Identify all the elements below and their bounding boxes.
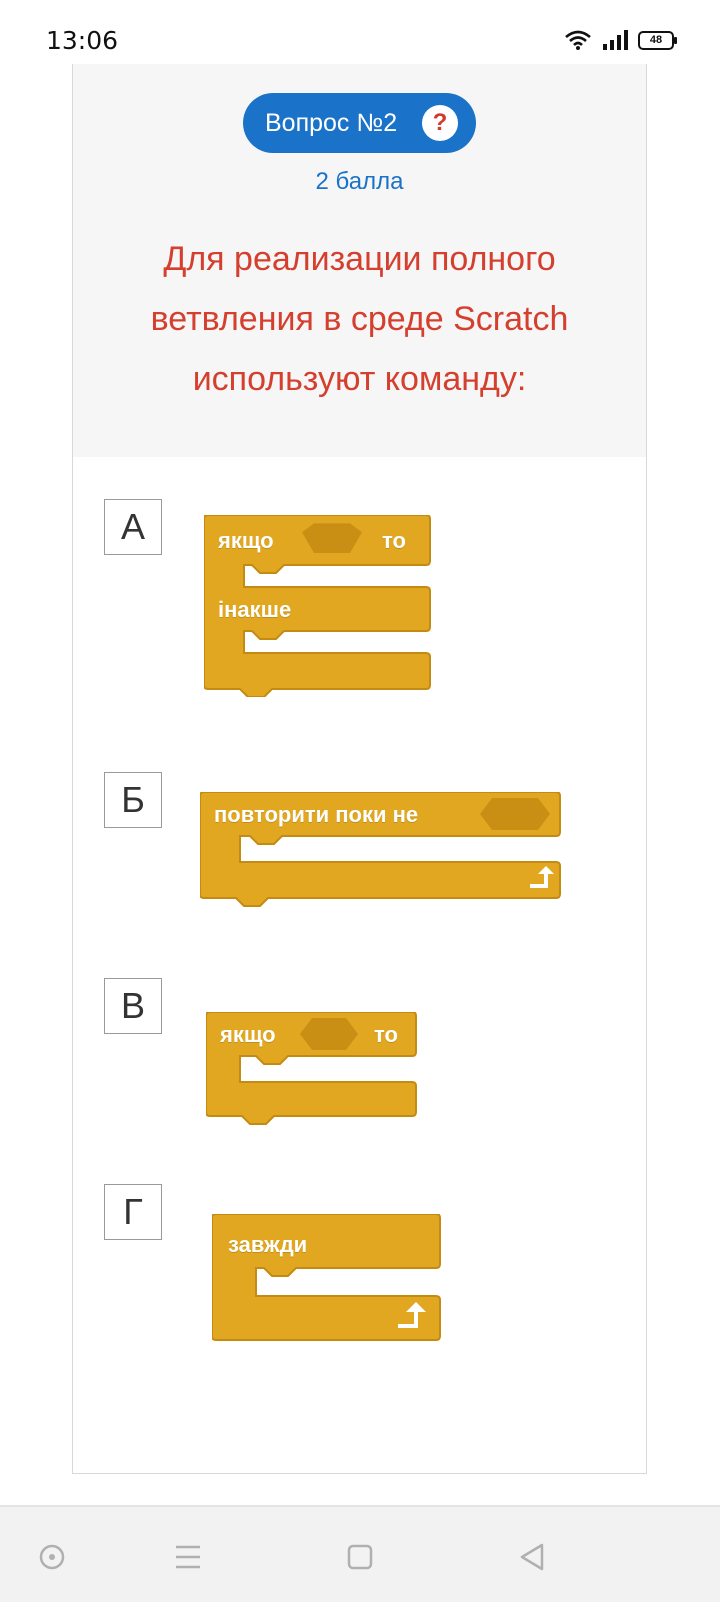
square-icon[interactable] [340, 1537, 380, 1577]
block-label-repeat-until: повторити поки не [214, 802, 419, 827]
scratch-repeat-until-block: повторити поки не [200, 792, 564, 908]
block-label-then: то [374, 1022, 398, 1047]
scratch-if-else-block: якщо то інакше [204, 515, 434, 697]
question-number-badge: Вопрос №2 ? [243, 93, 476, 153]
signal-icon [603, 30, 628, 50]
answer-option-a[interactable]: А якщо то інакше [104, 499, 624, 699]
wifi-icon [565, 30, 591, 50]
block-label-forever: завжди [228, 1232, 308, 1257]
block-label-if: якщо [218, 528, 274, 553]
status-bar: 13:06 48 [0, 0, 720, 64]
block-label-then: то [382, 528, 406, 553]
block-label-if: якщо [220, 1022, 276, 1047]
scratch-if-block: якщо то [206, 1012, 420, 1126]
back-triangle-icon[interactable] [512, 1537, 552, 1577]
status-icons: 48 [564, 30, 677, 50]
option-letter: А [104, 499, 162, 555]
option-letter: Г [104, 1184, 162, 1240]
answer-option-b[interactable]: Б повторити поки не [104, 772, 624, 912]
option-letter: В [104, 978, 162, 1034]
menu-icon[interactable] [168, 1537, 208, 1577]
scratch-forever-block: завжди [212, 1214, 448, 1344]
option-letter: Б [104, 772, 162, 828]
block-label-else: інакше [218, 597, 292, 622]
question-points: 2 балла [315, 168, 404, 195]
system-navigation-bar [0, 1505, 720, 1602]
answer-option-c[interactable]: В якщо то [104, 978, 624, 1128]
circle-dot-icon[interactable] [32, 1537, 72, 1577]
question-header: Вопрос №2 ? 2 балла Для реализации полно… [73, 64, 646, 457]
question-card: Вопрос №2 ? 2 балла Для реализации полно… [72, 64, 647, 1474]
status-time: 13:06 [46, 26, 119, 55]
question-number-label: Вопрос №2 [265, 108, 398, 137]
battery-icon: 48 [638, 30, 677, 50]
answer-option-d[interactable]: Г завжди [104, 1184, 624, 1354]
question-text: Для реализации полного ветвления в среде… [150, 240, 569, 398]
help-icon[interactable]: ? [422, 105, 458, 141]
